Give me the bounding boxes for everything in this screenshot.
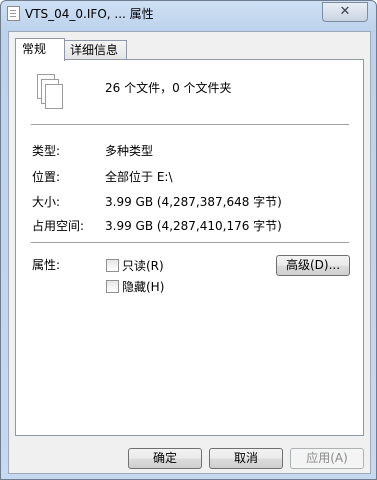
file-count-text: 26 个文件，0 个文件夹 xyxy=(105,81,232,95)
multiple-files-icon xyxy=(37,74,69,112)
cancel-button[interactable]: 取消 xyxy=(209,448,283,469)
separator xyxy=(31,124,349,126)
separator xyxy=(31,242,349,244)
hidden-checkbox[interactable] xyxy=(106,280,119,293)
size-value: 3.99 GB (4,287,387,648 字节) xyxy=(105,195,282,209)
close-button[interactable]: ✕ xyxy=(322,2,368,22)
apply-button[interactable]: 应用(A) xyxy=(290,448,364,469)
readonly-checkbox[interactable] xyxy=(106,259,119,272)
readonly-label[interactable]: 只读(R) xyxy=(122,257,164,274)
disk-size-value: 3.99 GB (4,287,410,176 字节) xyxy=(105,219,282,233)
attributes-label: 属性: xyxy=(32,258,61,272)
disk-size-label: 占用空间: xyxy=(32,219,85,233)
type-value: 多种类型 xyxy=(105,144,154,158)
properties-window: VTS_04_0.IFO, ... 属性 ✕ 常规 详细信息 26 个文件，0 … xyxy=(0,0,377,480)
title-bar[interactable]: VTS_04_0.IFO, ... 属性 ✕ xyxy=(1,1,376,25)
close-icon: ✕ xyxy=(339,4,351,19)
dialog-client: 常规 详细信息 26 个文件，0 个文件夹 类型: 多种类型 位置: 全部位于 … xyxy=(8,31,371,474)
ok-button[interactable]: 确定 xyxy=(128,448,202,469)
document-icon xyxy=(7,6,20,21)
window-title: VTS_04_0.IFO, ... 属性 xyxy=(25,7,154,21)
location-value: 全部位于 E:\ xyxy=(105,170,173,184)
location-label: 位置: xyxy=(32,170,61,184)
tab-details[interactable]: 详细信息 xyxy=(63,40,127,60)
tab-general[interactable]: 常规 xyxy=(15,38,65,61)
advanced-button[interactable]: 高级(D)... xyxy=(276,255,350,276)
type-label: 类型: xyxy=(32,144,61,158)
general-tab-panel: 26 个文件，0 个文件夹 类型: 多种类型 位置: 全部位于 E:\ 大小: … xyxy=(15,59,364,436)
hidden-label[interactable]: 隐藏(H) xyxy=(122,278,164,295)
size-label: 大小: xyxy=(32,195,61,209)
